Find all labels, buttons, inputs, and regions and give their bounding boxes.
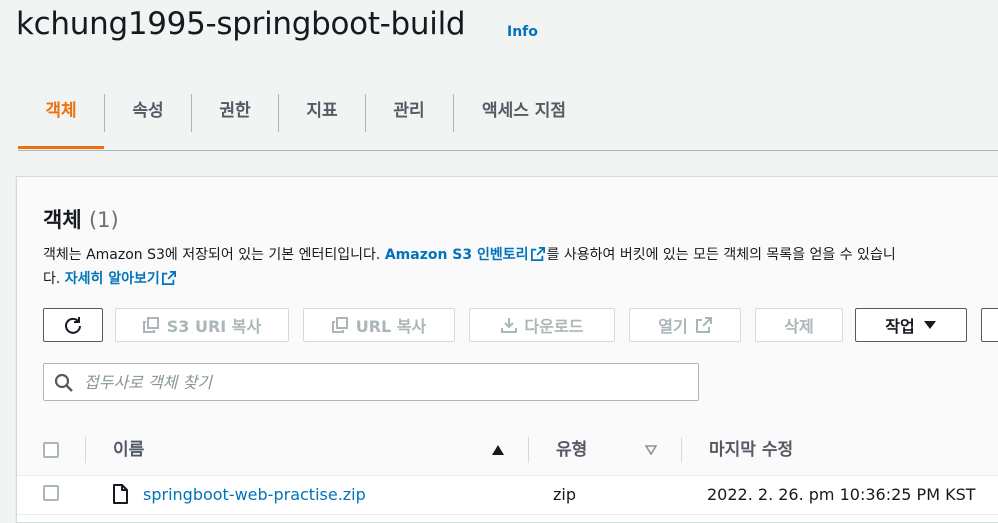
learn-more-link[interactable]: 자세히 알아보기	[65, 271, 178, 287]
file-icon	[113, 484, 128, 504]
table-header: 이름 유형 마지막 수정	[17, 425, 998, 476]
download-label: 다운로드	[524, 317, 584, 336]
open-button[interactable]: 열기	[629, 308, 741, 342]
object-last-modified: 2022. 2. 26. pm 10:36:25 PM KST	[707, 485, 976, 504]
search-input[interactable]	[84, 364, 684, 400]
objects-count: (1)	[88, 208, 119, 232]
tab-bar: 객체 속성 권한 지표 관리 액세스 지점	[18, 74, 998, 151]
tab-objects[interactable]: 객체	[18, 74, 104, 149]
refresh-icon	[65, 317, 81, 334]
description-text: 를 사용하여 버킷에 있는 모든 객체의 목록을 얻을 수 있습니	[546, 247, 896, 263]
bucket-title: kchung1995-springboot-build	[16, 6, 466, 42]
actions-label: 작업	[885, 317, 915, 336]
sort-ascending-icon[interactable]	[491, 444, 505, 456]
tab-access-points[interactable]: 액세스 지점	[454, 74, 594, 148]
refresh-button[interactable]	[43, 308, 103, 342]
external-link-icon	[695, 317, 712, 333]
search-icon	[54, 373, 73, 392]
copy-url-label: URL 복사	[355, 317, 427, 336]
copy-icon	[142, 317, 159, 333]
sort-icon[interactable]	[645, 445, 657, 455]
description-text: 다.	[43, 271, 65, 287]
tab-properties[interactable]: 속성	[105, 74, 191, 148]
inventory-link[interactable]: Amazon S3 인벤토리	[385, 247, 547, 263]
objects-panel: 객체 (1) 객체는 Amazon S3에 저장되어 있는 기본 엔터티입니다.…	[16, 176, 998, 523]
download-icon	[500, 318, 517, 333]
tab-management[interactable]: 관리	[366, 74, 452, 148]
select-all-checkbox[interactable]	[43, 442, 59, 458]
table-row[interactable]: springboot-web-practise.zip zip 2022. 2.…	[17, 476, 998, 515]
objects-description: 객체는 Amazon S3에 저장되어 있는 기본 엔터티입니다. Amazon…	[43, 243, 998, 291]
inventory-link-label: Amazon S3 인벤토리	[384, 247, 529, 263]
objects-panel-header: 객체 (1) 객체는 Amazon S3에 저장되어 있는 기본 엔터티입니다.…	[17, 177, 998, 426]
actions-dropdown[interactable]: 작업	[855, 308, 967, 342]
copy-s3-uri-label: S3 URI 복사	[166, 317, 262, 336]
row-checkbox[interactable]	[43, 485, 59, 501]
open-label: 열기	[658, 317, 688, 336]
column-header-last-modified[interactable]: 마지막 수정	[709, 425, 793, 475]
delete-button[interactable]: 삭제	[755, 308, 843, 342]
column-divider	[528, 437, 529, 463]
info-link[interactable]: Info	[507, 24, 538, 40]
objects-heading: 객체 (1)	[43, 204, 119, 234]
copy-url-button[interactable]: URL 복사	[303, 308, 455, 342]
caret-down-icon	[923, 321, 936, 329]
delete-label: 삭제	[784, 317, 814, 336]
copy-s3-uri-button[interactable]: S3 URI 복사	[115, 308, 289, 342]
search-box	[43, 363, 699, 401]
learn-more-label: 자세히 알아보기	[64, 271, 160, 287]
column-divider	[85, 437, 86, 463]
column-header-type[interactable]: 유형	[556, 425, 587, 475]
tab-metrics[interactable]: 지표	[279, 74, 365, 148]
create-folder-button-partial[interactable]	[981, 308, 998, 342]
object-type: zip	[553, 485, 576, 504]
description-text: 객체는 Amazon S3에 저장되어 있는 기본 엔터티입니다.	[43, 247, 385, 263]
copy-icon	[331, 317, 348, 333]
download-button[interactable]: 다운로드	[469, 308, 615, 342]
column-header-name[interactable]: 이름	[113, 425, 144, 475]
external-link-icon	[530, 247, 545, 261]
objects-heading-label: 객체	[43, 208, 82, 232]
tab-permissions[interactable]: 권한	[192, 74, 278, 148]
object-name-link[interactable]: springboot-web-practise.zip	[143, 476, 366, 514]
external-link-icon	[161, 271, 176, 285]
column-divider	[681, 437, 682, 463]
